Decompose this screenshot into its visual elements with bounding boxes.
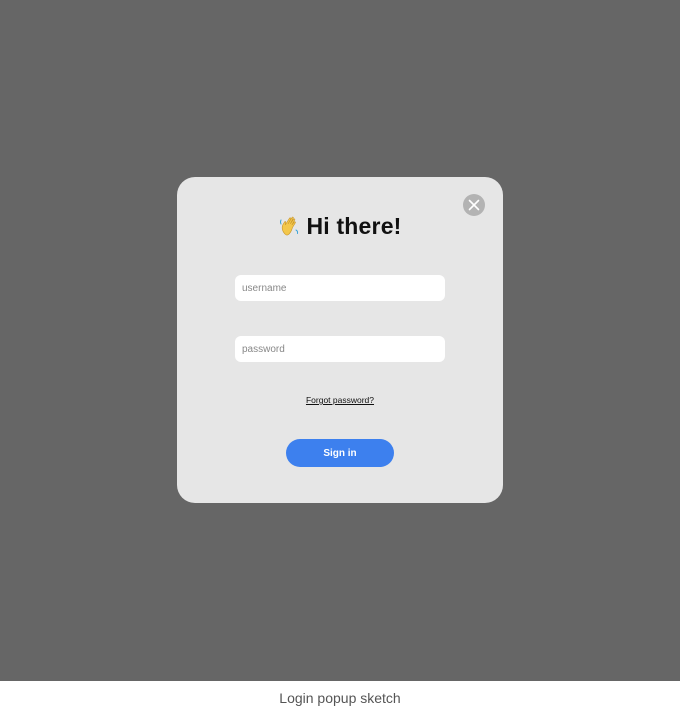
sign-in-button[interactable]: Sign in — [286, 439, 394, 467]
login-popup: Hi there! Forgot password? Sign in — [177, 177, 503, 503]
backdrop-overlay: Hi there! Forgot password? Sign in — [0, 0, 680, 681]
password-input[interactable] — [235, 336, 445, 362]
popup-heading: Hi there! — [177, 210, 503, 242]
waving-hand-icon — [280, 216, 299, 236]
sketch-caption: Login popup sketch — [279, 690, 401, 706]
popup-title: Hi there! — [306, 212, 402, 239]
username-input[interactable] — [235, 275, 445, 301]
forgot-password-link[interactable]: Forgot password? — [177, 395, 503, 405]
